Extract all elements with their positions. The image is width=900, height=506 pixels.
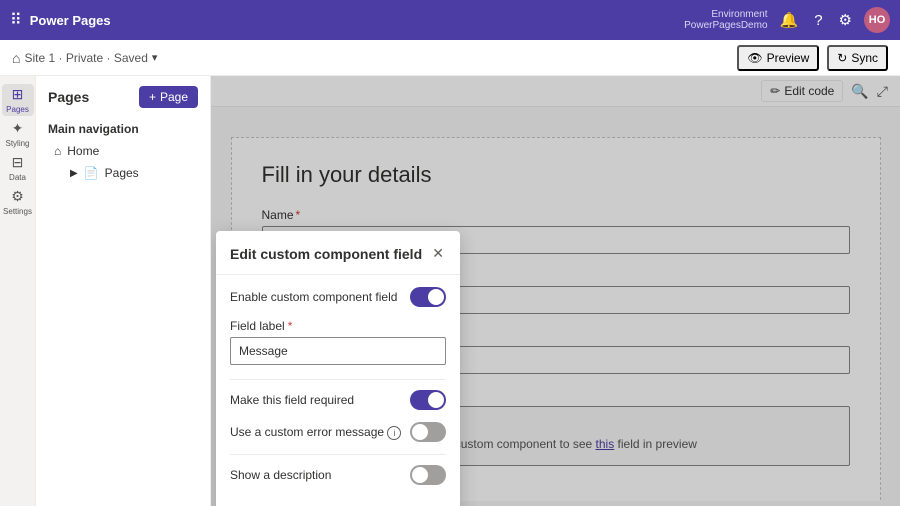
sidebar-item-styling[interactable]: ✦ Styling (2, 118, 34, 150)
env-title: Environment (711, 9, 767, 20)
custom-error-info-icon[interactable]: i (387, 426, 401, 440)
make-required-row: Make this field required (230, 390, 446, 410)
site-status: · Private · Saved (59, 51, 148, 65)
content-area: ✏ Edit code 🔍 ⤢ Fill in your details Nam… (211, 76, 900, 506)
modal-divider-1 (230, 379, 446, 380)
pages-title: Pages (48, 89, 89, 105)
preview-label: Preview (767, 51, 810, 65)
pages-icon-label: Pages (6, 105, 29, 114)
nav-item-home[interactable]: ⌂ Home (48, 140, 198, 162)
settings-sidebar-icon: ⚙ (11, 188, 24, 205)
sidebar: ⊞ Pages ✦ Styling ⊟ Data ⚙ Settings (0, 76, 36, 506)
data-icon: ⊟ (12, 154, 24, 171)
add-page-label: Page (160, 90, 188, 104)
nav-item-pages-label: Pages (105, 166, 139, 180)
site-badge: Site 1 · Private · Saved (24, 51, 147, 65)
make-required-label: Make this field required (230, 393, 354, 407)
app-name: Power Pages (30, 13, 111, 28)
top-nav: ⠿ Power Pages Environment PowerPagesDemo… (0, 0, 900, 40)
preview-icon: 👁 (747, 51, 762, 65)
nav-section: Main navigation ⌂ Home ▶ 📄 Pages (36, 114, 210, 188)
sidebar-item-data[interactable]: ⊟ Data (2, 152, 34, 184)
field-label-required-star: * (288, 319, 293, 333)
second-nav-left: ⌂ Site 1 · Private · Saved ▾ (12, 50, 157, 66)
modal-header: Edit custom component field ✕ (216, 231, 460, 275)
modal-body: Enable custom component field Field labe… (216, 275, 460, 506)
notification-icon[interactable]: 🔔 (776, 7, 803, 33)
preview-button[interactable]: 👁 Preview (737, 45, 819, 71)
chevron-pages-icon: ▶ (70, 168, 78, 179)
sync-icon: ↻ (837, 51, 847, 65)
styling-icon-label: Styling (5, 139, 29, 148)
page-doc-icon: 📄 (84, 166, 99, 180)
styling-icon: ✦ (12, 120, 24, 137)
site-chevron-icon[interactable]: ▾ (152, 51, 158, 64)
avatar[interactable]: HO (864, 7, 890, 33)
field-label-text: Field label (230, 319, 285, 333)
nav-item-home-label: Home (67, 144, 99, 158)
home-icon: ⌂ (54, 144, 61, 158)
sync-button[interactable]: ↻ Sync (827, 45, 888, 71)
help-icon[interactable]: ? (810, 8, 826, 33)
show-description-label: Show a description (230, 468, 331, 482)
custom-error-label: Use a custom error message i (230, 425, 401, 440)
show-description-toggle[interactable] (410, 465, 446, 485)
field-label-section: Field label * (230, 319, 446, 365)
make-required-toggle[interactable] (410, 390, 446, 410)
edit-component-modal: Edit custom component field ✕ Enable cus… (216, 231, 460, 506)
sidebar-item-pages[interactable]: ⊞ Pages (2, 84, 34, 116)
modal-title: Edit custom component field (230, 246, 422, 262)
settings-icon[interactable]: ⚙ (835, 7, 856, 33)
second-nav-right: 👁 Preview ↻ Sync (737, 45, 888, 71)
top-nav-left: ⠿ Power Pages (10, 10, 111, 30)
pages-header: Pages + Page (36, 76, 210, 114)
plus-icon: + (149, 90, 156, 104)
nav-section-title: Main navigation (48, 122, 198, 136)
data-icon-label: Data (9, 173, 26, 182)
enable-toggle[interactable] (410, 287, 446, 307)
enable-label: Enable custom component field (230, 290, 397, 304)
field-label-title: Field label * (230, 319, 446, 333)
sidebar-item-settings[interactable]: ⚙ Settings (2, 186, 34, 218)
enable-toggle-row: Enable custom component field (230, 287, 446, 307)
modal-close-button[interactable]: ✕ (430, 243, 446, 264)
env-label: Environment PowerPagesDemo (684, 9, 767, 31)
modal-divider-2 (230, 454, 446, 455)
second-nav: ⌂ Site 1 · Private · Saved ▾ 👁 Preview ↻… (0, 40, 900, 76)
custom-error-toggle[interactable] (410, 422, 446, 442)
nav-item-pages[interactable]: ▶ 📄 Pages (64, 162, 198, 184)
pages-icon: ⊞ (12, 86, 24, 103)
top-nav-right: Environment PowerPagesDemo 🔔 ? ⚙ HO (684, 7, 890, 33)
site-name: Site 1 (24, 51, 55, 65)
custom-error-label-text: Use a custom error message (230, 425, 384, 439)
settings-icon-label: Settings (3, 207, 32, 216)
sync-label: Sync (851, 51, 878, 65)
show-description-row: Show a description (230, 465, 446, 485)
home-nav-icon[interactable]: ⌂ (12, 50, 20, 66)
custom-error-row: Use a custom error message i (230, 422, 446, 442)
add-page-button[interactable]: + Page (139, 86, 198, 108)
field-label-input[interactable] (230, 337, 446, 365)
waffle-icon[interactable]: ⠿ (10, 10, 22, 30)
env-name: PowerPagesDemo (684, 20, 767, 31)
pages-panel: Pages + Page Main navigation ⌂ Home ▶ 📄 … (36, 76, 211, 506)
main-layout: ⊞ Pages ✦ Styling ⊟ Data ⚙ Settings Page… (0, 76, 900, 506)
